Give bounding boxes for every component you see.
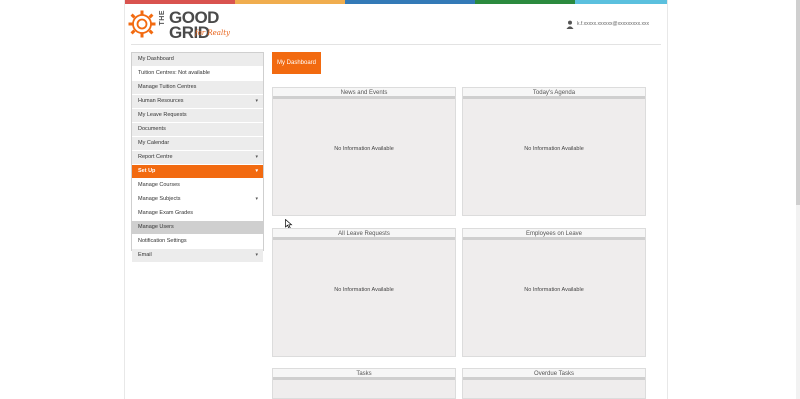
sidebar-subitem-manage-subjects[interactable]: Manage Subjects ▾ [132,193,263,207]
chevron-down-icon: ▾ [255,154,258,160]
panel-employees-on-leave: Employees on Leave No Information Availa… [462,228,646,357]
panel-title: Employees on Leave [463,229,645,240]
sidebar-item-label: Notification Settings [138,238,187,244]
app-page: THE GOOD GRID for Realty k.f.xxxxx.xxxxx… [124,0,668,399]
chevron-down-icon: ▾ [255,98,258,104]
panel-title: Overdue Tasks [463,369,645,380]
panel-all-leave-requests: All Leave Requests No Information Availa… [272,228,456,357]
sidebar-item-my-dashboard[interactable]: My Dashboard [132,53,263,67]
panel-empty-message: No Information Available [524,146,584,152]
browser-viewport: THE GOOD GRID for Realty k.f.xxxxx.xxxxx… [0,0,800,399]
sidebar-item-label: Set Up [138,168,156,174]
sidebar-item-label: Human Resources [138,98,184,104]
sidebar-item-human-resources[interactable]: Human Resources ▾ [132,95,263,109]
sidebar-subitem-manage-courses[interactable]: Manage Courses [132,179,263,193]
scrollbar-thumb[interactable] [796,0,800,205]
right-gutter [669,0,800,399]
page-scrollbar[interactable] [796,0,800,399]
panel-tasks: Tasks [272,368,456,399]
sidebar-nav: My Dashboard Tuition Centres: Not availa… [131,52,264,263]
user-menu[interactable]: k.f.xxxxx.xxxxxx@xxxxxxxxx.xxx [566,19,649,29]
sidebar-item-my-leave-requests[interactable]: My Leave Requests [132,109,263,123]
tab-my-dashboard[interactable]: My Dashboard [272,52,321,74]
sidebar-item-label: Manage Exam Grades [138,210,194,216]
chevron-down-icon: ▾ [255,196,258,202]
panel-title: Tasks [273,369,455,380]
sidebar-item-label: Documents [138,126,166,132]
sidebar-subitem-manage-exam-grades[interactable]: Manage Exam Grades [132,207,263,221]
sidebar-item-label: Manage Users [138,224,174,230]
sidebar-item-label: Tuition Centres: Not available [138,70,210,76]
panel-title: News and Events [273,88,455,99]
sidebar-item-report-centre[interactable]: Report Centre ▾ [132,151,263,165]
sidebar-subitem-notification-settings[interactable]: Notification Settings [132,235,263,249]
gear-logo-icon [128,10,156,38]
panel-title: All Leave Requests [273,229,455,240]
panel-empty-message: No Information Available [524,287,584,293]
user-email: k.f.xxxxx.xxxxxx@xxxxxxxxx.xxx [577,21,650,27]
logo-the-text: THE [159,10,166,26]
logo-tagline: for Realty [195,29,230,37]
panel-title: Today's Agenda [463,88,645,99]
chevron-down-icon: ▾ [255,168,258,174]
sidebar-item-label: Manage Tuition Centres [138,84,197,90]
sidebar-item-set-up[interactable]: Set Up ▾ [132,165,263,179]
sidebar-item-label: Manage Courses [138,182,180,188]
left-gutter [0,0,124,399]
sidebar-item-label: My Calendar [138,140,170,146]
panel-empty-message: No Information Available [334,287,394,293]
sidebar-item-email[interactable]: Email ▾ [132,249,263,263]
sidebar-item-tuition-centres[interactable]: Tuition Centres: Not available [132,67,263,81]
sidebar-item-my-calendar[interactable]: My Calendar [132,137,263,151]
panel-news-and-events: News and Events No Information Available [272,87,456,216]
app-header: THE GOOD GRID for Realty k.f.xxxxx.xxxxx… [125,4,667,44]
sidebar-subitem-manage-users[interactable]: Manage Users [132,221,263,235]
header-divider [131,44,661,45]
sidebar-item-label: My Leave Requests [138,112,187,118]
brand-logo[interactable]: THE GOOD GRID for Realty [127,6,237,44]
sidebar-item-manage-tuition-centres[interactable]: Manage Tuition Centres [132,81,263,95]
panel-todays-agenda: Today's Agenda No Information Available [462,87,646,216]
panel-overdue-tasks: Overdue Tasks [462,368,646,399]
sidebar-item-label: Report Centre [138,154,173,160]
chevron-down-icon: ▾ [255,252,258,258]
user-avatar-icon [566,20,574,29]
panel-empty-message: No Information Available [334,146,394,152]
sidebar-item-documents[interactable]: Documents [132,123,263,137]
sidebar-item-label: Email [138,252,152,258]
sidebar-item-label: Manage Subjects [138,196,181,202]
sidebar-item-label: My Dashboard [138,56,174,62]
